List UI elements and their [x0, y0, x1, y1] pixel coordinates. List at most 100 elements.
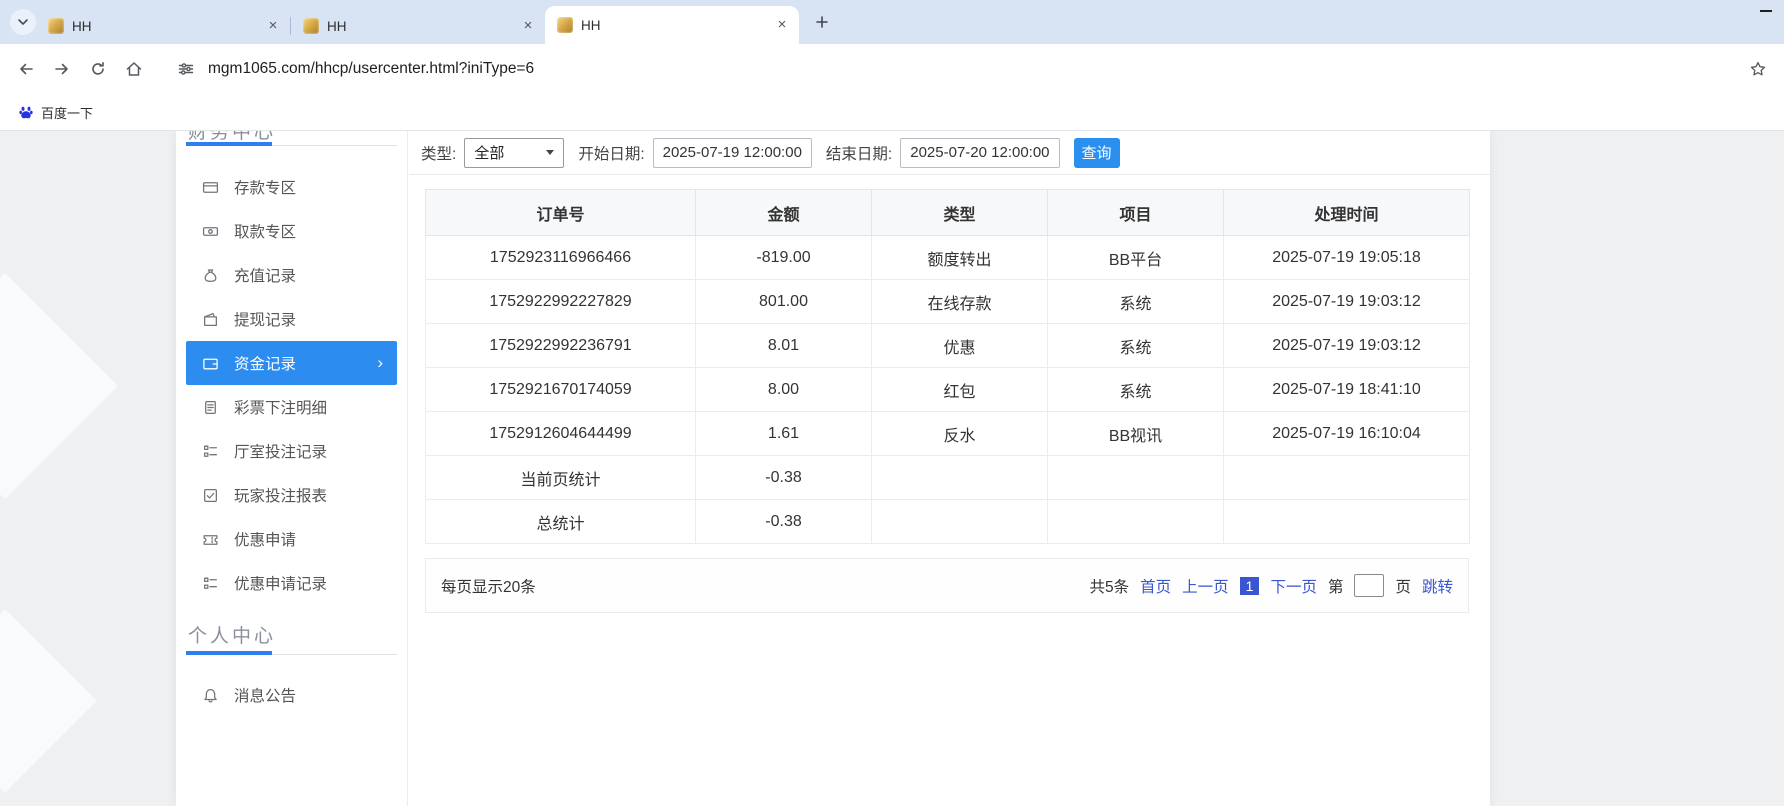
promo-record-icon: [202, 575, 219, 592]
sidebar-item-recharge-record[interactable]: 充值记录›: [186, 253, 397, 297]
home-icon: [125, 60, 143, 78]
type-select-value: 全部: [474, 142, 504, 163]
forward-button[interactable]: [44, 51, 80, 87]
decorative-shape: [0, 609, 97, 793]
tab-close-icon[interactable]: ×: [264, 17, 282, 35]
table-cell: 在线存款: [872, 280, 1048, 324]
sidebar-item-withdrawal-record[interactable]: 提现记录›: [186, 297, 397, 341]
table-header-cell: 处理时间: [1224, 190, 1470, 236]
table-header-cell: 项目: [1048, 190, 1224, 236]
back-button[interactable]: [8, 51, 44, 87]
bookmarks-bar: 百度一下: [0, 94, 1784, 131]
bookmark-star-icon[interactable]: [1742, 53, 1774, 85]
table-cell: [872, 456, 1048, 500]
table-cell: [1048, 500, 1224, 544]
page-number-input[interactable]: [1354, 574, 1384, 597]
browser-tab[interactable]: HH×: [291, 8, 545, 44]
chevron-down-icon: [14, 13, 32, 31]
table-row: 17529216701740598.00红包系统2025-07-19 18:41…: [426, 368, 1470, 412]
current-page-badge[interactable]: 1: [1240, 577, 1260, 595]
table-cell: 8.00: [696, 368, 872, 412]
table-cell: 1752922992227829: [426, 280, 696, 324]
chevron-right-icon: ›: [377, 353, 383, 373]
type-filter-label: 类型:: [421, 142, 456, 164]
new-tab-button[interactable]: [809, 9, 835, 35]
tab-close-icon[interactable]: ×: [773, 16, 791, 34]
sidebar-section-personal: 个人中心: [186, 617, 397, 663]
prev-page-link[interactable]: 上一页: [1182, 575, 1229, 597]
minimize-button[interactable]: [1760, 10, 1772, 12]
sidebar-item-bell[interactable]: 消息公告›: [186, 673, 397, 717]
sidebar-item-promo-record[interactable]: 优惠申请记录›: [186, 561, 397, 605]
bookmark-baidu[interactable]: 百度一下: [12, 100, 99, 125]
table-cell: -0.38: [696, 456, 872, 500]
table-cell: 2025-07-19 19:03:12: [1224, 280, 1470, 324]
sidebar-item-hall-bet[interactable]: 厅室投注记录›: [186, 429, 397, 473]
sidebar-menu: 存款专区›取款专区›充值记录›提现记录› 资金记录 › 彩票下注明细›厅室投注记录›玩…: [186, 165, 397, 605]
sidebar-item-label: 提现记录: [234, 308, 296, 330]
end-date-input[interactable]: 2025-07-20 12:00:00: [900, 138, 1059, 168]
tab-title: HH: [72, 19, 256, 34]
site-favicon: [48, 18, 64, 34]
url-text[interactable]: mgm1065.com/hhcp/usercenter.html?iniType…: [208, 60, 534, 78]
table-cell: 系统: [1048, 280, 1224, 324]
site-info-button[interactable]: [172, 55, 200, 83]
next-page-link[interactable]: 下一页: [1270, 575, 1317, 597]
tab-strip: HH×HH×HH×: [0, 0, 1784, 44]
type-select[interactable]: 全部: [464, 138, 564, 168]
table-header-cell: 订单号: [426, 190, 696, 236]
page-viewport: 财务中心 存款专区›取款专区›充值记录›提现记录› 资金记录 › 彩票下注明细›厅室投…: [0, 131, 1784, 806]
jump-link[interactable]: 跳转: [1422, 575, 1453, 597]
select-caret-icon: [546, 150, 554, 155]
plus-icon: [813, 13, 831, 31]
records-table-wrap: 订单号金额类型项目处理时间 1752923116966466-819.00额度转…: [425, 189, 1490, 544]
table-cell: 当前页统计: [426, 456, 696, 500]
main-content: 类型: 全部 开始日期: 2025-07-19 12:00:00 结束日期: 2…: [409, 131, 1490, 806]
pagination-bar: 每页显示20条 共5条 首页 上一页 1 下一页 第 页 跳转: [425, 558, 1469, 613]
sidebar-section-title: 个人中心: [188, 621, 276, 648]
baidu-favicon: [18, 104, 34, 120]
sidebar-item-label: 充值记录: [234, 264, 296, 286]
sidebar-item-fund-record[interactable]: 资金记录 ›: [186, 341, 397, 385]
table-cell: 红包: [872, 368, 1048, 412]
sidebar-section-finance: 财务中心: [186, 131, 397, 165]
sidebar-item-promo-apply[interactable]: 优惠申请›: [186, 517, 397, 561]
table-row: 1752922992227829801.00在线存款系统2025-07-19 1…: [426, 280, 1470, 324]
sidebar-item-lottery-bet[interactable]: 彩票下注明细›: [186, 385, 397, 429]
home-button[interactable]: [116, 51, 152, 87]
section-accent-bar: [186, 142, 272, 146]
pagination-controls: 共5条 首页 上一页 1 下一页 第 页 跳转: [1089, 574, 1453, 597]
browser-tab[interactable]: HH×: [545, 6, 799, 44]
player-report-icon: [202, 487, 219, 504]
browser-tab[interactable]: HH ×: [36, 8, 290, 44]
sidebar-item-withdraw[interactable]: 取款专区›: [186, 209, 397, 253]
reload-icon: [89, 60, 107, 78]
table-cell: 优惠: [872, 324, 1048, 368]
table-row: 当前页统计-0.38: [426, 456, 1470, 500]
total-count-label: 共5条: [1089, 575, 1129, 597]
table-cell: -0.38: [696, 500, 872, 544]
user-center-panel: 财务中心 存款专区›取款专区›充值记录›提现记录› 资金记录 › 彩票下注明细›厅室投…: [176, 131, 1490, 806]
table-cell: 系统: [1048, 368, 1224, 412]
sidebar-item-deposit[interactable]: 存款专区›: [186, 165, 397, 209]
first-page-link[interactable]: 首页: [1140, 575, 1171, 597]
sidebar-item-player-report[interactable]: 玩家投注报表›: [186, 473, 397, 517]
browser-window: HH×HH×HH×: [0, 0, 1784, 806]
start-date-input[interactable]: 2025-07-19 12:00:00: [653, 138, 812, 168]
table-cell: [872, 500, 1048, 544]
sidebar-item-label: 资金记录: [234, 352, 296, 374]
lottery-bet-icon: [202, 399, 219, 416]
table-cell: 反水: [872, 412, 1048, 456]
tab-search-button[interactable]: [10, 9, 36, 35]
page-prefix-label: 第: [1328, 575, 1344, 597]
reload-button[interactable]: [80, 51, 116, 87]
fund-records-table: 订单号金额类型项目处理时间 1752923116966466-819.00额度转…: [425, 189, 1470, 544]
tab-close-icon[interactable]: ×: [519, 17, 537, 35]
search-button[interactable]: 查询: [1074, 138, 1120, 168]
table-cell: BB平台: [1048, 236, 1224, 280]
end-date-label: 结束日期:: [826, 142, 892, 164]
table-cell: 1752912604644499: [426, 412, 696, 456]
withdraw-icon: [202, 223, 219, 240]
sidebar-item-label: 取款专区: [234, 220, 296, 242]
site-favicon: [557, 17, 573, 33]
